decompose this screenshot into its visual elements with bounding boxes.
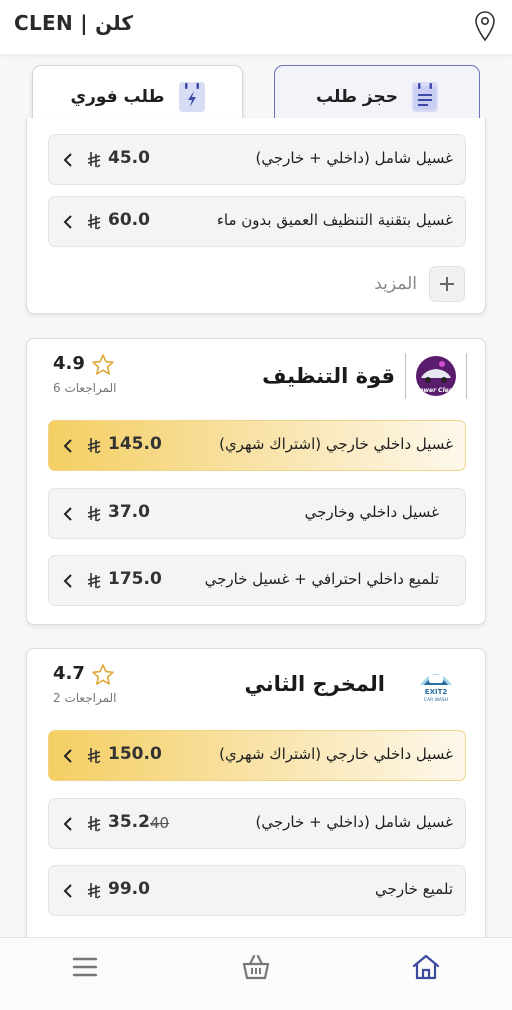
provider-logo: EXIT2 CAR WASH xyxy=(405,661,467,707)
riyal-icon xyxy=(87,883,101,899)
chevron-left-icon xyxy=(63,153,72,167)
home-icon[interactable] xyxy=(411,952,441,982)
provider-name: قوة التنظيف xyxy=(262,364,395,388)
service-row[interactable]: تلميع خارجي 99.0 xyxy=(48,865,466,916)
chevron-left-icon xyxy=(63,439,72,453)
service-row[interactable]: تلميع داخلي احترافي + غسيل خارجي 175.0 xyxy=(48,555,466,606)
svg-text:CAR WASH: CAR WASH xyxy=(424,697,448,703)
provider-card[interactable]: EXIT2 CAR WASH المخرج الثاني 4.7 المراجع… xyxy=(26,648,486,948)
top-bar: CLEN | كلن xyxy=(0,0,512,54)
riyal-icon xyxy=(87,816,101,832)
provider-header: EXIT2 CAR WASH المخرج الثاني xyxy=(245,661,467,707)
power-clean-logo: Power Clean xyxy=(415,356,457,396)
star-icon xyxy=(92,354,114,375)
bottom-nav xyxy=(0,937,512,1010)
service-row[interactable]: غسيل داخلي خارجي (اشتراك شهري) 150.0 xyxy=(48,730,466,781)
service-price: 45.0 xyxy=(108,148,150,168)
service-price: 145.0 xyxy=(108,434,162,454)
service-row[interactable]: غسيل داخلي خارجي (اشتراك شهري) 145.0 xyxy=(48,420,466,471)
service-name: تلميع خارجي xyxy=(375,880,453,898)
service-name: تلميع داخلي احترافي + غسيل خارجي xyxy=(204,570,439,588)
rating-value: 4.7 xyxy=(53,663,85,684)
provider-card: غسيل شامل (داخلي + خارجي) 45.0 غسيل بتقن… xyxy=(26,118,486,314)
service-row[interactable]: غسيل بتقنية التنظيف العميق بدون ماء 60.0 xyxy=(48,196,466,247)
riyal-icon xyxy=(87,152,101,168)
riyal-icon xyxy=(87,573,101,589)
service-price: 37.0 xyxy=(108,502,150,522)
lightning-icon xyxy=(178,82,205,112)
rating-value: 4.9 xyxy=(53,353,85,374)
riyal-icon xyxy=(87,748,101,764)
star-icon xyxy=(92,664,114,685)
provider-logo: Power Clean xyxy=(405,353,467,399)
service-row[interactable]: غسيل شامل (داخلي + خارجي) 40 35.2 xyxy=(48,798,466,849)
basket-icon[interactable] xyxy=(241,952,271,982)
svg-text:Power Clean: Power Clean xyxy=(415,387,457,394)
calendar-icon xyxy=(411,82,438,112)
provider-name: المخرج الثاني xyxy=(244,672,385,696)
service-name: غسيل داخلي خارجي (اشتراك شهري) xyxy=(219,435,453,453)
brand-title: CLEN | كلن xyxy=(14,11,133,35)
service-name: غسيل داخلي خارجي (اشتراك شهري) xyxy=(219,745,453,763)
map-pin-icon[interactable] xyxy=(474,10,496,44)
chevron-left-icon xyxy=(63,749,72,763)
chevron-left-icon xyxy=(63,817,72,831)
service-row[interactable]: غسيل شامل (داخلي + خارجي) 45.0 xyxy=(48,134,466,185)
chevron-left-icon xyxy=(63,507,72,521)
riyal-icon xyxy=(87,214,101,230)
service-price: 99.0 xyxy=(108,879,150,899)
service-price: 35.2 xyxy=(108,812,150,832)
service-price: 150.0 xyxy=(108,744,162,764)
tab-book-label: حجز طلب xyxy=(316,87,398,107)
reviews-count: المراجعات 6 xyxy=(53,381,117,395)
chevron-left-icon xyxy=(63,215,72,229)
service-name: غسيل بتقنية التنظيف العميق بدون ماء xyxy=(216,211,453,229)
reviews-count: المراجعات 2 xyxy=(53,691,117,705)
svg-text:EXIT2: EXIT2 xyxy=(425,688,448,696)
service-old-price: 40 xyxy=(150,814,170,832)
service-price: 60.0 xyxy=(108,210,150,230)
provider-header: Power Clean قوة التنظيف xyxy=(262,353,467,399)
more-button[interactable]: المزيد xyxy=(374,266,465,302)
service-row[interactable]: غسيل داخلي وخارجي 37.0 xyxy=(48,488,466,539)
more-label: المزيد xyxy=(374,274,417,294)
riyal-icon xyxy=(87,506,101,522)
provider-card[interactable]: Power Clean قوة التنظيف 4.9 المراجعات 6 … xyxy=(26,338,486,625)
service-price: 175.0 xyxy=(108,569,162,589)
chevron-left-icon xyxy=(63,574,72,588)
menu-icon[interactable] xyxy=(70,952,100,982)
tab-instant-label: طلب فوري xyxy=(70,87,165,107)
riyal-icon xyxy=(87,438,101,454)
service-name: غسيل داخلي وخارجي xyxy=(304,503,439,521)
plus-icon[interactable] xyxy=(429,266,465,302)
chevron-left-icon xyxy=(63,884,72,898)
service-name: غسيل شامل (داخلي + خارجي) xyxy=(255,813,453,831)
service-name: غسيل شامل (داخلي + خارجي) xyxy=(255,149,453,167)
exit2-logo: EXIT2 CAR WASH xyxy=(420,674,452,703)
